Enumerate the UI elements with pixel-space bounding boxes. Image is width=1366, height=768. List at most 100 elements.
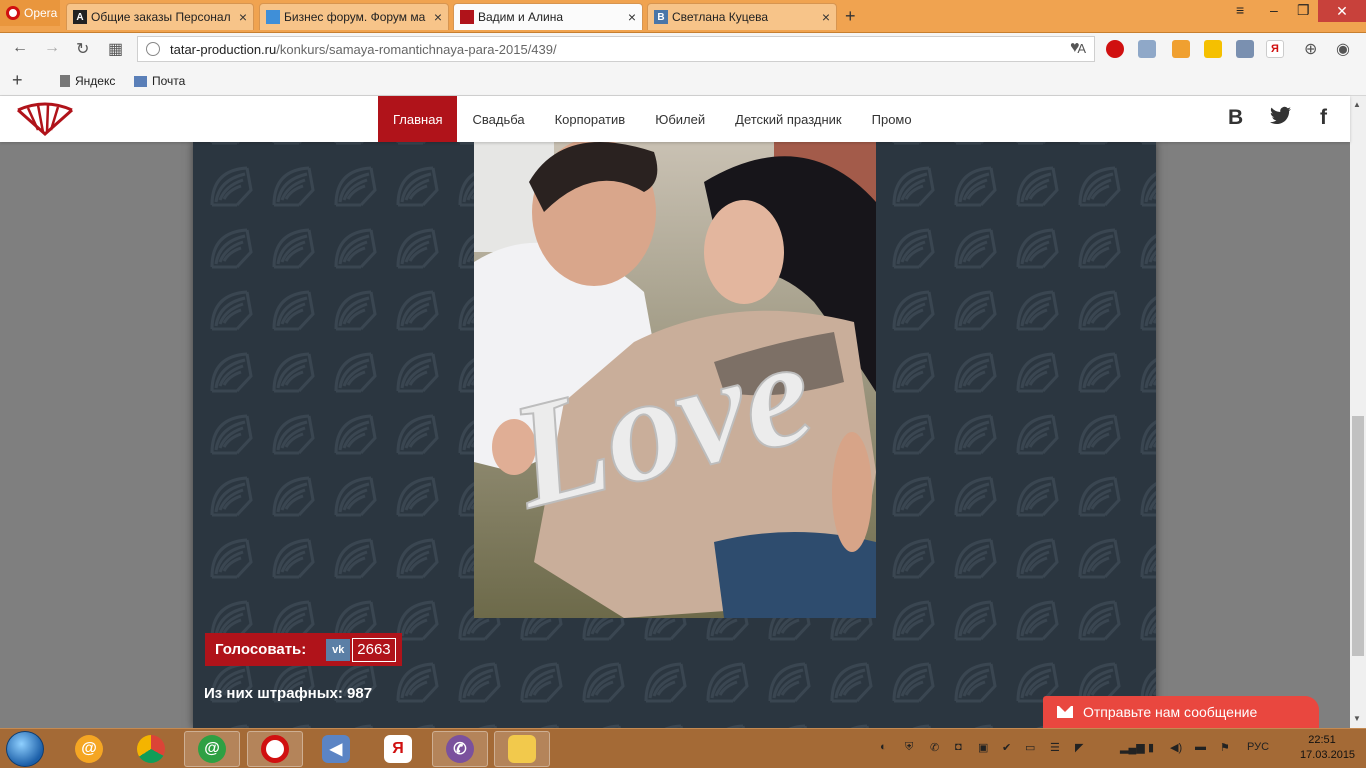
menu-item-jubilee[interactable]: Юбилей: [640, 96, 720, 142]
address-toolbar: ← → ↻ ▦ tatar-production.ru /konkurs/sam…: [0, 33, 1366, 65]
tatar-production-favicon-icon: [460, 10, 474, 24]
tray-antivirus-icon[interactable]: ◘: [955, 741, 962, 753]
taskbar-mailru-agent[interactable]: @: [61, 731, 117, 767]
opera-menu-label: Opera: [24, 6, 58, 20]
new-tab-button[interactable]: +: [845, 6, 856, 27]
vk-vote-button[interactable]: vk 2663: [326, 637, 396, 662]
main-menu: Главная Свадьба Корпоратив Юбилей Детски…: [378, 96, 927, 142]
taskbar-opera[interactable]: [247, 731, 303, 767]
tab-favicon: B: [654, 10, 668, 24]
menu-item-wedding[interactable]: Свадьба: [457, 96, 539, 142]
language-indicator[interactable]: РУС: [1247, 741, 1269, 753]
opera-menu-button[interactable]: Opera: [0, 0, 60, 26]
taskbar-explorer[interactable]: [494, 731, 550, 767]
tab-svetlana[interactable]: B Светлана Куцева ×: [647, 3, 837, 30]
vk-logo-icon: vk: [326, 638, 351, 661]
tab-label: Общие заказы Персонал: [91, 10, 231, 24]
scroll-up-icon[interactable]: ▲: [1353, 100, 1361, 109]
taskbar-viber[interactable]: ✆: [432, 731, 488, 767]
heart-bookmark-icon[interactable]: ♥: [1070, 39, 1080, 57]
minimize-button[interactable]: –: [1270, 2, 1278, 18]
tray-shield-icon[interactable]: ⛨: [905, 741, 913, 754]
battery-icon[interactable]: ▮: [1148, 741, 1154, 754]
tab-close-icon[interactable]: ×: [822, 9, 830, 25]
vk-icon[interactable]: В: [1228, 106, 1243, 130]
url-domain: tatar-production.ru: [170, 41, 277, 57]
taskbar-yandex[interactable]: Я: [370, 731, 426, 767]
tray-list-icon[interactable]: ☰: [1050, 741, 1060, 754]
tab-vadim-alina[interactable]: Вадим и Алина ×: [453, 3, 643, 30]
tab-business-forum[interactable]: Бизнес форум. Форум ма ×: [259, 3, 449, 30]
close-window-button[interactable]: ✕: [1318, 0, 1366, 22]
reload-button[interactable]: ↻: [76, 39, 89, 59]
action-center-flag-icon[interactable]: ⚑: [1220, 741, 1230, 754]
taskbar-icq[interactable]: @: [184, 731, 240, 767]
facebook-icon[interactable]: f: [1320, 106, 1327, 130]
send-message-widget[interactable]: Отправьте нам сообщение: [1043, 696, 1319, 728]
add-bookmark-button[interactable]: +: [12, 70, 23, 91]
vote-count: 2663: [352, 637, 396, 662]
chrome-icon: [137, 735, 165, 763]
account-icon[interactable]: ◉: [1336, 39, 1350, 59]
yandex-ext-icon[interactable]: Я: [1266, 40, 1284, 58]
tab-label: Вадим и Алина: [478, 10, 564, 24]
scroll-thumb[interactable]: [1352, 416, 1364, 656]
site-header: Главная Свадьба Корпоратив Юбилей Детски…: [0, 96, 1350, 142]
tab-close-icon[interactable]: ×: [628, 9, 636, 25]
volume-icon[interactable]: ◀): [1170, 741, 1182, 754]
url-field[interactable]: tatar-production.ru /konkurs/samaya-roma…: [137, 36, 1095, 62]
menu-item-home[interactable]: Главная: [378, 96, 458, 142]
back-button[interactable]: ←: [12, 39, 28, 57]
download-icon[interactable]: ⊕: [1304, 39, 1317, 59]
contest-entry: Love Голосовать: vk 2663 Из них штрафных…: [193, 142, 1156, 728]
opera-ext-icon[interactable]: [1106, 40, 1124, 58]
tray-update-icon[interactable]: ✔: [1002, 741, 1011, 754]
taskbar-chrome[interactable]: [123, 731, 179, 767]
folder-icon: [508, 735, 536, 763]
bookmark-mail[interactable]: Почта: [134, 74, 185, 88]
tab-label: Бизнес форум. Форум ма: [284, 10, 426, 24]
menu-item-promo[interactable]: Промо: [857, 96, 927, 142]
maximize-button[interactable]: ❐: [1297, 2, 1310, 19]
tray-display-icon[interactable]: ▬: [1195, 741, 1206, 753]
page-scrollbar[interactable]: ▲ ▼: [1350, 96, 1366, 728]
mail-ext-icon[interactable]: [1138, 40, 1156, 58]
twitter-icon[interactable]: [1270, 106, 1292, 132]
twitter-bird-icon: [1270, 106, 1291, 125]
tab-menu-icon[interactable]: ≡: [1236, 2, 1244, 18]
tab-personal-orders[interactable]: A Общие заказы Персонал ×: [66, 3, 254, 30]
viber-icon: ✆: [446, 735, 474, 763]
speed-dial-icon[interactable]: ▦: [108, 39, 123, 59]
site-info-icon[interactable]: [146, 42, 160, 56]
menu-item-kids-party[interactable]: Детский праздник: [720, 96, 856, 142]
agent-icon: @: [198, 735, 226, 763]
scroll-down-icon[interactable]: ▼: [1353, 714, 1361, 723]
menu-item-corporate[interactable]: Корпоратив: [540, 96, 641, 142]
tray-nvidia-icon[interactable]: ◤: [1075, 741, 1083, 754]
tab-close-icon[interactable]: ×: [239, 9, 247, 25]
page-icon: [60, 75, 70, 87]
bookmarks-ext-icon[interactable]: [1236, 40, 1254, 58]
weather-ext-icon[interactable]: [1204, 40, 1222, 58]
tray-ru-icon[interactable]: ▣: [978, 741, 988, 754]
ok-ext-icon[interactable]: [1172, 40, 1190, 58]
page-side-background: [0, 142, 193, 728]
send-message-label: Отправьте нам сообщение: [1083, 704, 1258, 720]
couple-photo-image: Love: [474, 142, 876, 618]
tab-close-icon[interactable]: ×: [434, 9, 442, 25]
tray-viber-icon[interactable]: ✆: [930, 741, 939, 754]
network-icon[interactable]: ▂▄▆: [1120, 741, 1145, 754]
tray-monitor-icon[interactable]: ▭: [1025, 741, 1035, 754]
clock-date: 17.03.2015: [1300, 749, 1356, 761]
tab-label: Светлана Куцева: [672, 10, 769, 24]
tray-app-icon[interactable]: ◐: [880, 741, 887, 753]
site-logo[interactable]: [16, 102, 74, 141]
forward-button[interactable]: →: [44, 39, 60, 57]
system-clock[interactable]: 22:51 17.03.2015: [1300, 733, 1356, 763]
taskbar-audio[interactable]: ◀: [308, 731, 364, 767]
yandex-icon: Я: [384, 735, 412, 763]
clock-time: 22:51: [1308, 734, 1336, 746]
start-button[interactable]: [6, 731, 44, 767]
envelope-icon: [1057, 706, 1073, 718]
bookmark-yandex[interactable]: Яндекс: [60, 74, 115, 88]
